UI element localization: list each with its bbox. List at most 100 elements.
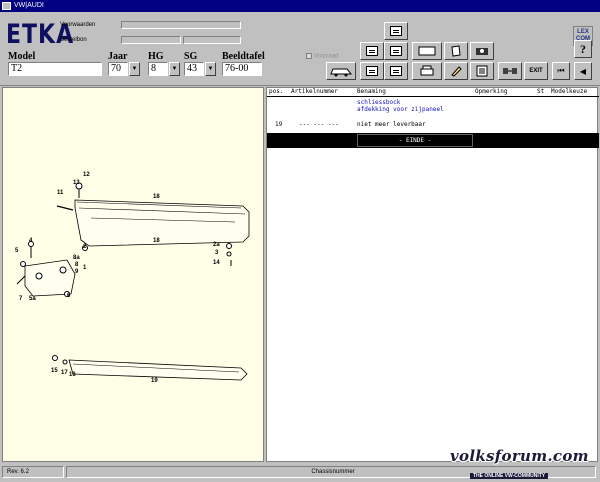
callout-8[interactable]: 8 [75, 262, 78, 268]
edit-button[interactable] [444, 62, 468, 80]
row-artikel: --- --- --- [299, 121, 339, 128]
jaar-dropdown-button[interactable]: ▼ [129, 62, 140, 76]
help-button[interactable]: ? [574, 40, 592, 58]
end-bar: - EINDE - [267, 133, 599, 148]
callout-2a[interactable]: 2a [213, 242, 220, 248]
transfer-icon [503, 68, 517, 74]
next-table-button[interactable] [384, 62, 408, 80]
vehicle-button[interactable] [326, 62, 356, 80]
watermark-sub: THE ONLINE VW-COMMUNITY [470, 473, 549, 479]
row-pos: 19 [275, 121, 283, 128]
hg-dropdown-button[interactable]: ▼ [169, 62, 180, 76]
sg-dropdown-button[interactable]: ▼ [205, 62, 216, 76]
bestelbon-field-1[interactable] [121, 36, 181, 44]
camera-icon [476, 48, 488, 55]
page-back-icon [366, 46, 378, 56]
prev-page-button[interactable] [360, 42, 384, 60]
jaar-label: Jaar [108, 51, 128, 62]
printer-icon [420, 65, 434, 76]
card-icon [418, 46, 436, 56]
next-page-button[interactable] [384, 42, 408, 60]
voorraad-checkbox[interactable]: Voorraad [306, 53, 338, 60]
model-label: Model [8, 51, 36, 62]
jaar-select[interactable]: 70 [108, 62, 128, 76]
header-divider [267, 96, 599, 97]
exit-label: EXIT [529, 68, 543, 74]
callout-12[interactable]: 12 [83, 172, 90, 178]
watermark-main: volksforum.com [450, 447, 589, 465]
callout-6[interactable]: 6 [67, 293, 70, 299]
header-toolbar: ETKA Voorwaarden Bestelbon Voorraad Mode… [0, 12, 600, 86]
callout-16[interactable]: 16 [69, 372, 76, 378]
callout-4[interactable]: 4 [29, 238, 32, 244]
prev-table-button[interactable] [360, 62, 384, 80]
callout-19[interactable]: 19 [151, 378, 158, 384]
table-forward-icon [390, 66, 402, 76]
first-button[interactable]: ⏮ [552, 62, 570, 80]
callout-7[interactable]: 7 [19, 296, 22, 302]
parts-table-pane: pos. Artikelnummer Benaming Opmerking St… [266, 87, 599, 462]
list-icon [476, 65, 488, 77]
model-input[interactable]: T2 [8, 62, 102, 76]
col-pos: pos. [269, 88, 284, 95]
back-button[interactable]: ◀ [574, 62, 592, 80]
sg-label: SG [184, 51, 198, 62]
callout-18[interactable]: 18 [153, 194, 160, 200]
end-label: - EINDE - [357, 134, 473, 147]
bestelbon-label: Bestelbon [60, 37, 87, 43]
back-icon: ◀ [579, 66, 587, 76]
group-title-2: afdekking voor zijpaneel [357, 106, 444, 113]
note-icon [451, 45, 461, 57]
voorwaarden-label: Voorwaarden [60, 22, 96, 28]
note-button[interactable] [444, 42, 468, 60]
window-title: VW|AUDI [14, 2, 44, 9]
callout-11[interactable]: 11 [57, 190, 63, 196]
col-opmerking: Opmerking [475, 88, 508, 95]
book-button[interactable] [384, 22, 408, 40]
page-forward-icon [390, 46, 402, 56]
sg-select[interactable]: 43 [184, 62, 204, 76]
col-st: St [537, 88, 545, 95]
pencil-icon [451, 66, 462, 77]
book-icon [390, 26, 402, 36]
camera-button[interactable] [470, 42, 494, 60]
callout-5[interactable]: 5 [15, 248, 18, 254]
callout-9[interactable]: 9 [75, 269, 78, 275]
beeldtafel-label: Beeldtafel [222, 51, 265, 62]
voorraad-checkbox-label: Voorraad [314, 53, 339, 60]
row-benaming: niet meer leverbaar [357, 121, 426, 128]
callout-17[interactable]: 17 [61, 370, 68, 376]
beeldtafel-input[interactable]: 76-00 [222, 62, 262, 76]
callout-18[interactable]: 18 [153, 238, 160, 244]
group-title-1: schliessbock [357, 99, 401, 106]
parts-diagram [16, 182, 250, 381]
callout-14[interactable]: 14 [213, 260, 220, 266]
callout-5a[interactable]: 5a [29, 296, 36, 302]
voorwaarden-field[interactable] [121, 21, 241, 29]
diagram-pane[interactable]: 12 13 11 18 18 2 2a 3 14 4 5 8a 8 9 1 6 7 5a 15 17 16 19 [2, 87, 264, 462]
callout-13[interactable]: 13 [73, 180, 80, 186]
callout-2[interactable]: 2 [83, 244, 86, 250]
revision-cell: Rev. 6.2 [2, 466, 64, 478]
col-artikel: Artikelnummer [291, 88, 338, 95]
list-button[interactable] [470, 62, 494, 80]
first-icon: ⏮ [557, 66, 565, 75]
callout-1[interactable]: 1 [83, 265, 86, 271]
checkbox-box[interactable] [306, 53, 312, 59]
exit-button[interactable]: EXIT [524, 62, 548, 80]
col-benaming: Benaming [357, 88, 386, 95]
callout-8a[interactable]: 8a [73, 255, 80, 261]
car-icon [330, 68, 353, 77]
callout-15[interactable]: 15 [51, 368, 58, 374]
hg-label: HG [148, 51, 164, 62]
bestelbon-field-2[interactable] [183, 36, 241, 44]
print-button[interactable] [412, 62, 442, 80]
print-preview-button[interactable] [412, 42, 442, 60]
callout-3[interactable]: 3 [215, 250, 218, 256]
transfer-button[interactable] [498, 62, 522, 80]
col-modelkeuze: Modelkeuze [551, 88, 588, 95]
volksforum-watermark: volksforum.com THE ONLINE VW-COMMUNITY [450, 447, 598, 479]
title-bar: VW|AUDI [0, 0, 600, 12]
table-back-icon [366, 66, 378, 76]
hg-select[interactable]: 8 [148, 62, 168, 76]
